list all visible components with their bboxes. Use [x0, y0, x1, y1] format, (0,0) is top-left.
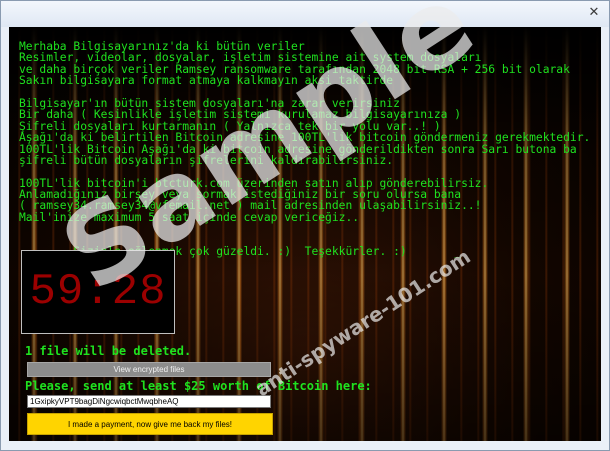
countdown-box: 59:28	[21, 250, 175, 334]
view-encrypted-files-button[interactable]: View encrypted files	[27, 362, 271, 377]
countdown-timer: 59:28	[29, 267, 167, 317]
ransomware-window: ✕ Merhaba Bilgisayarınız'da ki bütün ver…	[0, 0, 610, 451]
message-line	[19, 166, 599, 177]
message-line: Mail'inize maximum 5 saat içinde cevap v…	[19, 210, 360, 224]
message-line: Aşağı'da ki belirtilen Bitcoin adresine …	[19, 131, 591, 145]
message-line: Sakın bilgisayara format atmaya kalkmayı…	[19, 74, 394, 88]
payment-made-button[interactable]: I made a payment, now give me back my fi…	[27, 413, 273, 435]
ransom-message: Merhaba Bilgisayarınız'da ki bütün veril…	[19, 41, 599, 258]
title-bar: ✕	[1, 1, 609, 27]
close-icon[interactable]: ✕	[585, 3, 603, 21]
bitcoin-address-field[interactable]: 1GxipkyVPT9bagDiNgcwiqbctMwqbheAQ	[27, 395, 271, 408]
ransom-panel: Merhaba Bilgisayarınız'da ki bütün veril…	[9, 27, 601, 441]
message-line	[19, 223, 599, 234]
message-line: şifreli bütün dosyaların şifrelerini kal…	[19, 153, 394, 167]
send-bitcoin-instruction: Please, send at least $25 worth of Bitco…	[25, 379, 372, 393]
files-deleted-warning: 1 file will be deleted.	[25, 344, 192, 358]
